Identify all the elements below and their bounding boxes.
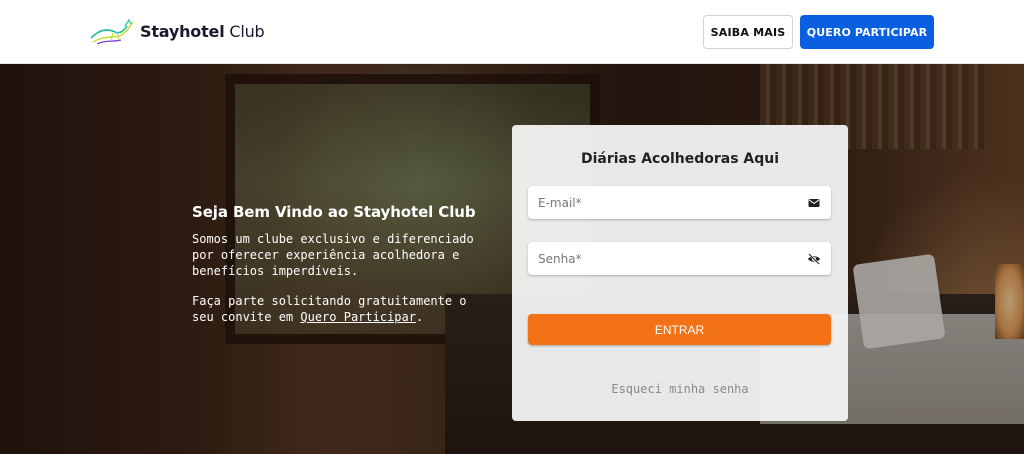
logo-brand: Stayhotel [140,22,225,41]
saiba-mais-button[interactable]: SAIBA MAIS [703,15,793,49]
stayhotel-club-logo[interactable]: Stayhotel Club [89,16,265,48]
logo-suffix: Club [229,22,265,41]
email-input[interactable] [528,186,798,219]
quero-participar-button[interactable]: QUERO PARTICIPAR [800,15,934,49]
welcome-title: Seja Bem Vindo ao Stayhotel Club [192,203,476,221]
mail-icon [808,199,820,207]
quero-participar-link[interactable]: Quero Participar [300,310,416,324]
email-field[interactable] [528,186,831,219]
welcome-description: Somos um clube exclusivo e diferenciado … [192,232,474,278]
eye-off-icon[interactable] [807,252,821,266]
welcome-text-block: Seja Bem Vindo ao Stayhotel Club Somos u… [192,202,492,325]
entrar-button[interactable]: ENTRAR [528,314,831,345]
welcome-invite-text: Faça parte solicitando gratuitamente o s… [192,293,492,325]
hero-section: Seja Bem Vindo ao Stayhotel Club Somos u… [0,64,1024,454]
password-field[interactable] [528,242,831,275]
login-card-title: Diárias Acolhedoras Aqui [580,151,780,167]
invite-text-after: . [415,310,424,324]
logo-bird-icon [90,18,134,45]
top-navbar: Stayhotel Club SAIBA MAIS QUERO PARTICIP… [0,0,1024,64]
forgot-password-link[interactable]: Esqueci minha senha [512,382,848,396]
login-card: Diárias Acolhedoras Aqui ENTRAR Esqueci … [512,125,848,421]
logo-wordmark: Stayhotel Club [140,22,265,41]
password-input[interactable] [528,242,798,275]
